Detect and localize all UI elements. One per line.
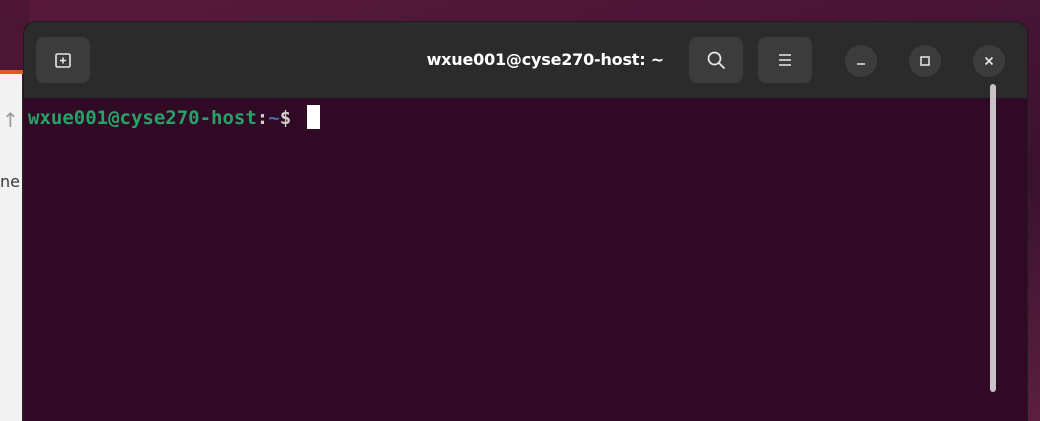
prompt-symbol: $ (279, 107, 303, 129)
close-button[interactable] (973, 45, 1005, 77)
prompt-colon: : (256, 107, 269, 129)
minimize-button[interactable] (845, 45, 877, 77)
prompt-path: ~ (268, 107, 280, 129)
title-bar[interactable]: wxue001@cyse270-host: ~ (24, 22, 1027, 98)
maximize-icon (919, 55, 931, 67)
window-title: wxue001@cyse270-host: ~ (426, 50, 665, 69)
up-arrow-icon: ↑ (2, 108, 19, 132)
new-tab-icon (54, 51, 72, 69)
scrollbar[interactable] (988, 80, 998, 396)
search-button[interactable] (689, 37, 743, 83)
maximize-button[interactable] (909, 45, 941, 77)
hamburger-menu-icon (776, 52, 794, 68)
text-cursor (306, 105, 320, 129)
minimize-icon (855, 55, 867, 67)
background-window-text: ne (0, 172, 20, 191)
scrollbar-thumb[interactable] (990, 84, 996, 392)
prompt-user-host: wxue001@cyse270-host (28, 107, 257, 129)
prompt-line: wxue001@cyse270-host:~$ (28, 105, 320, 131)
close-icon (983, 55, 995, 67)
search-icon (706, 50, 726, 70)
terminal-window: wxue001@cyse270-host: ~ wxue001@cyse270-… (24, 22, 1027, 421)
menu-button[interactable] (758, 37, 812, 83)
new-tab-button[interactable] (36, 37, 90, 83)
terminal-area[interactable]: wxue001@cyse270-host:~$ (24, 98, 1027, 421)
